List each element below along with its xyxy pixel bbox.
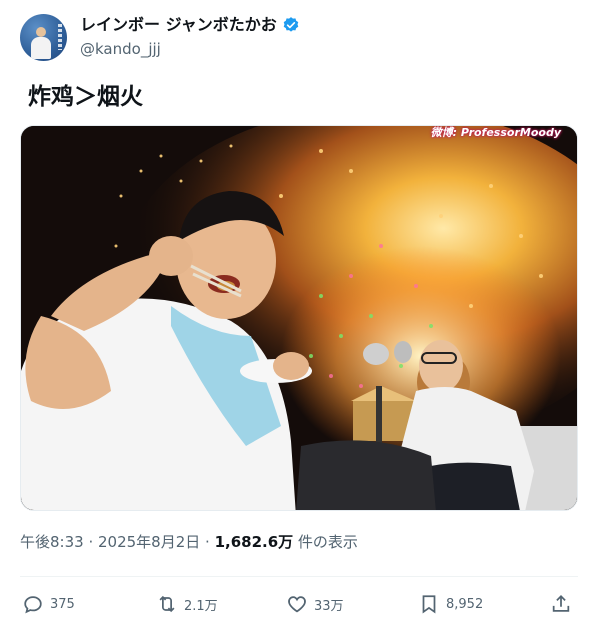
- avatar-figure-body: [31, 37, 51, 59]
- repost-button[interactable]: 2.1万: [156, 593, 218, 615]
- photo-illustration: [21, 126, 577, 510]
- tweet-photo[interactable]: 微博: ProfessorMoody: [20, 125, 578, 511]
- reply-count: 375: [50, 596, 75, 612]
- view-count: 1,682.6万: [214, 533, 294, 551]
- avatar-text-stripe: [58, 24, 62, 50]
- repost-icon: [159, 595, 175, 613]
- share-button[interactable]: [550, 593, 572, 615]
- author-name-row: レインボー ジャンボたかお: [80, 14, 300, 36]
- display-name[interactable]: レインボー ジャンボたかお: [80, 14, 277, 36]
- like-icon: [288, 596, 306, 613]
- bookmark-icon: [422, 595, 436, 614]
- reply-icon: [24, 596, 42, 614]
- action-bar: 375 2.1万 33万 8,952: [22, 593, 578, 619]
- view-label: 件の表示: [293, 533, 358, 551]
- tweet-meta: 午後8:33 · 2025年8月2日 · 1,682.6万 件の表示: [20, 532, 358, 552]
- verified-badge-icon: [283, 17, 299, 32]
- avatar-figure-head: [36, 27, 46, 37]
- photo-watermark: 微博: ProfessorMoody: [430, 126, 561, 139]
- author-handle[interactable]: @kando_jjj: [80, 39, 161, 59]
- timestamp[interactable]: 午後8:33 · 2025年8月2日 ·: [20, 533, 215, 551]
- like-button[interactable]: 33万: [286, 593, 344, 615]
- share-icon: [552, 594, 570, 612]
- avatar[interactable]: [20, 14, 67, 61]
- divider: [20, 576, 578, 577]
- bookmark-button[interactable]: 8,952: [418, 593, 483, 615]
- bookmark-count: 8,952: [446, 596, 484, 612]
- reply-button[interactable]: 375: [22, 593, 75, 615]
- like-count: 33万: [314, 598, 344, 614]
- repost-count: 2.1万: [184, 598, 218, 614]
- tweet-text: 炸鸡＞烟火: [28, 84, 143, 110]
